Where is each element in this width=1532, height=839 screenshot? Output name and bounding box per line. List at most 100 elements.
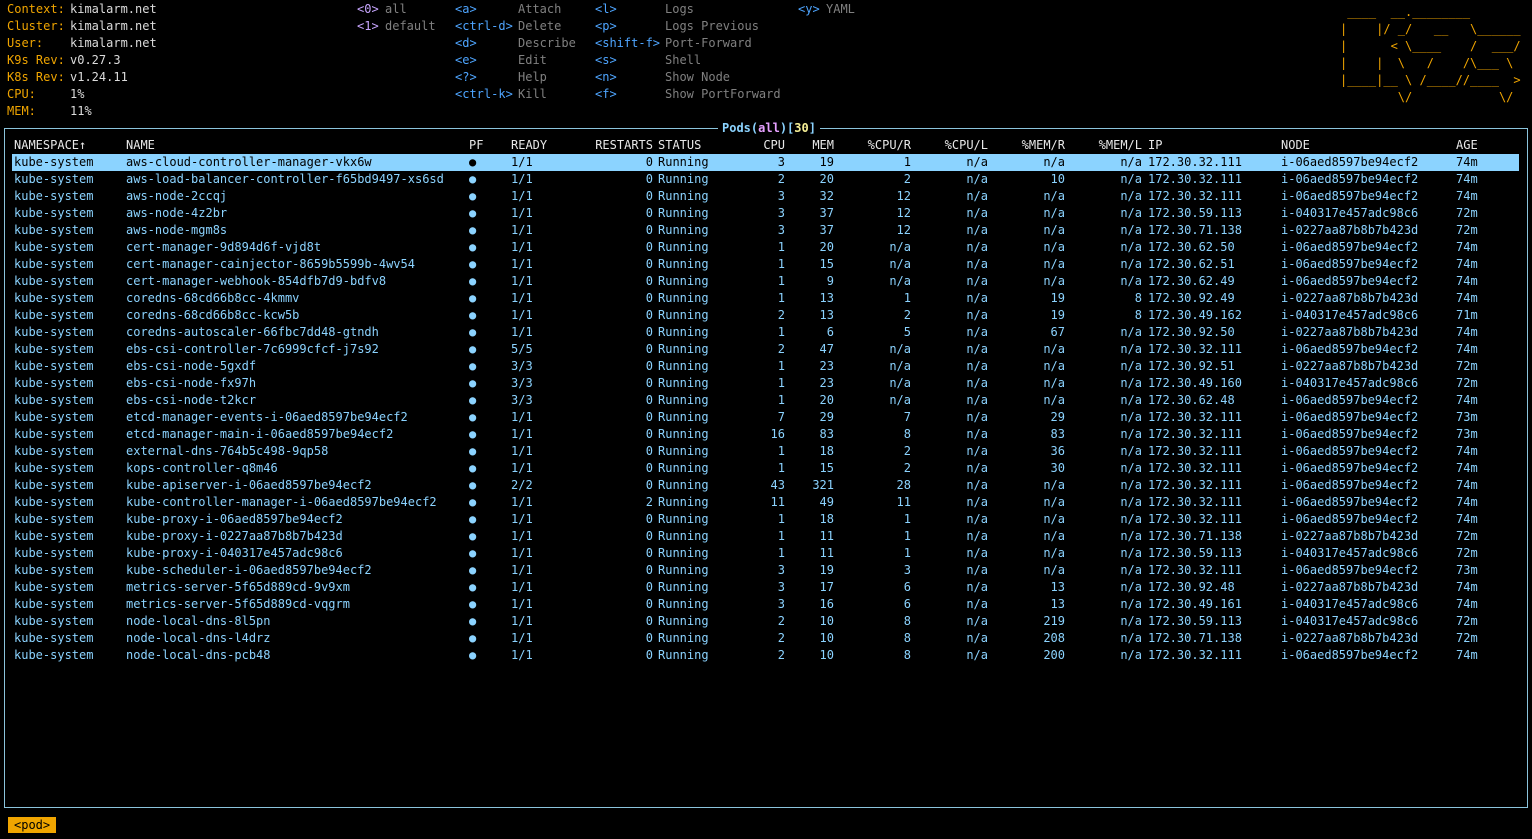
cell-restarts: 0 (645, 376, 653, 390)
cell-mem-limit-pct: n/a (1120, 512, 1142, 526)
breadcrumb-pod[interactable]: <pod> (8, 817, 57, 833)
table-row[interactable]: kube-system kops-controller-q8m46 ● 1/1 0 Run… (12, 460, 1519, 477)
column-header-status[interactable]: STATUS (658, 137, 701, 154)
table-row[interactable]: kube-system ebs-csi-controller-7c6999cfcf… (12, 341, 1519, 358)
cell-cpu-request-pct: 2 (903, 172, 911, 186)
cell-age: 72m (1456, 376, 1478, 390)
table-row[interactable]: kube-system etcd-manager-main-i-06aed8597… (12, 426, 1519, 443)
column-header-node[interactable]: NODE (1281, 137, 1310, 154)
cell-cpu-limit-pct: n/a (966, 359, 988, 373)
cell-mem: 19 (819, 563, 834, 577)
column-header-name[interactable]: NAME (126, 137, 155, 154)
table-row[interactable]: kube-system etcd-manager-events-i-06aed85… (12, 409, 1519, 426)
cell-mem-limit-pct: 8 (1134, 308, 1142, 322)
cell-mem: 29 (819, 410, 834, 424)
cell-mem-limit-pct: n/a (1120, 631, 1142, 645)
table-row[interactable]: kube-system kube-proxy-i-06aed8597be94ecf… (12, 511, 1519, 528)
cell-name: cert-manager-webhook-854dfb7d9-bdfv8 (126, 274, 387, 288)
column-header-age[interactable]: AGE (1456, 137, 1478, 154)
cell-name: coredns-68cd66b8cc-4kmmv (126, 291, 300, 305)
table-row[interactable]: kube-system aws-cloud-controller-manager-… (12, 154, 1519, 171)
table-row[interactable]: kube-system kube-apiserver-i-06aed8597be9… (12, 477, 1519, 494)
cell-node: i-06aed8597be94ecf2 (1281, 274, 1419, 288)
cell-namespace: kube-system (14, 580, 94, 594)
table-row[interactable]: kube-system metrics-server-5f65d889cd-vqg… (12, 596, 1519, 613)
cell-cpu-limit-pct: n/a (966, 614, 988, 628)
cell-cpu-limit-pct: n/a (966, 172, 988, 186)
cell-mem-request-pct: 219 (1043, 614, 1065, 628)
table-row[interactable]: kube-system node-local-dns-8l5pn ● 1/1 0 Runn… (12, 613, 1519, 630)
cell-cpu: 3 (777, 563, 785, 577)
cell-cpu-request-pct: 1 (903, 546, 911, 560)
cell-cpu-limit-pct: n/a (966, 155, 988, 169)
cell-name: coredns-autoscaler-66fbc7dd48-gtndh (126, 325, 379, 339)
cell-node: i-06aed8597be94ecf2 (1281, 172, 1419, 186)
table-row[interactable]: kube-system kube-controller-manager-i-06a… (12, 494, 1519, 511)
table-row[interactable]: kube-system cert-manager-9d894d6f-vjd8t ● 1… (12, 239, 1519, 256)
cell-restarts: 0 (645, 172, 653, 186)
table-row[interactable]: kube-system kube-proxy-i-040317e457adc98c… (12, 545, 1519, 562)
cell-ready: 1/1 (511, 444, 533, 458)
table-row[interactable]: kube-system node-local-dns-pcb48 ● 1/1 0 Runn… (12, 647, 1519, 664)
table-row[interactable]: kube-system metrics-server-5f65d889cd-9v9… (12, 579, 1519, 596)
cell-restarts: 0 (645, 512, 653, 526)
command-hint-key: <p> (595, 19, 617, 33)
table-row[interactable]: kube-system cert-manager-webhook-854dfb7d… (12, 273, 1519, 290)
cell-port-forward: ● (469, 580, 477, 594)
table-row[interactable]: kube-system external-dns-764b5c498-9qp58 ●… (12, 443, 1519, 460)
column-header-cpu-request-pct[interactable]: %CPU/R (850, 137, 911, 154)
cell-port-forward: ● (469, 342, 477, 356)
cell-mem-request-pct: 67 (1050, 325, 1065, 339)
cell-port-forward: ● (469, 512, 477, 526)
table-row[interactable]: kube-system aws-load-balancer-controller-… (12, 171, 1519, 188)
cell-mem: 10 (819, 648, 834, 662)
table-row[interactable]: kube-system ebs-csi-node-t2kcr ● 3/3 0 Runnin… (12, 392, 1519, 409)
cell-ip: 172.30.32.111 (1148, 563, 1242, 577)
cell-ip: 172.30.32.111 (1148, 410, 1242, 424)
command-hint-label: Port-Forward (665, 36, 752, 50)
cell-status: Running (658, 291, 709, 305)
table-row[interactable]: kube-system cert-manager-cainjector-8659b… (12, 256, 1519, 273)
table-row[interactable]: kube-system aws-node-4z2br ● 1/1 0 Running 3 37… (12, 205, 1519, 222)
table-row[interactable]: kube-system kube-proxy-i-0227aa87b8b7b423… (12, 528, 1519, 545)
column-header-cpu-limit-pct[interactable]: %CPU/L (930, 137, 988, 154)
cell-ready: 1/1 (511, 512, 533, 526)
cell-mem-request-pct: n/a (1043, 155, 1065, 169)
logo-line: |____|__ \ /____//____ > (1340, 73, 1528, 87)
cell-age: 72m (1456, 614, 1478, 628)
cell-name: coredns-68cd66b8cc-kcw5b (126, 308, 300, 322)
cell-status: Running (658, 563, 709, 577)
table-row[interactable]: kube-system ebs-csi-node-5gxdf ● 3/3 0 Runnin… (12, 358, 1519, 375)
command-hint-key: <ctrl-k> (455, 87, 513, 101)
column-header-mem[interactable]: MEM (790, 137, 834, 154)
column-header-port-forward[interactable]: PF (469, 137, 483, 154)
cell-cpu: 1 (777, 240, 785, 254)
table-row[interactable]: kube-system node-local-dns-l4drz ● 1/1 0 Runn… (12, 630, 1519, 647)
cell-restarts: 0 (645, 648, 653, 662)
table-row[interactable]: kube-system coredns-68cd66b8cc-4kmmv ● 1/1 0… (12, 290, 1519, 307)
logo-line: | |/ _/ __ \______ (1340, 22, 1528, 36)
cell-name: kube-proxy-i-06aed8597be94ecf2 (126, 512, 343, 526)
cell-cpu-request-pct: 7 (903, 410, 911, 424)
cell-port-forward: ● (469, 274, 477, 288)
column-header-restarts[interactable]: RESTARTS (595, 137, 653, 154)
table-row[interactable]: kube-system coredns-autoscaler-66fbc7dd48… (12, 324, 1519, 341)
cell-namespace: kube-system (14, 393, 94, 407)
column-header-cpu[interactable]: CPU (735, 137, 785, 154)
cell-age: 74m (1456, 648, 1478, 662)
command-hint-label: Shell (665, 53, 702, 67)
column-header-ready[interactable]: READY (511, 137, 547, 154)
column-header-mem-request-pct[interactable]: %MEM/R (1005, 137, 1065, 154)
table-row[interactable]: kube-system kube-scheduler-i-06aed8597be9… (12, 562, 1519, 579)
column-header-ip[interactable]: IP (1148, 137, 1162, 154)
cell-age: 74m (1456, 495, 1478, 509)
column-header-mem-limit-pct[interactable]: %MEM/L (1085, 137, 1142, 154)
column-header-namespace[interactable]: NAMESPACE↑ (14, 137, 86, 154)
cell-name: kube-scheduler-i-06aed8597be94ecf2 (126, 563, 372, 577)
table-row[interactable]: kube-system aws-node-2ccqj ● 1/1 0 Running 3 32… (12, 188, 1519, 205)
info-value: kimalarm.net (70, 19, 157, 33)
table-row[interactable]: kube-system ebs-csi-node-fx97h ● 3/3 0 Runnin… (12, 375, 1519, 392)
cell-age: 72m (1456, 631, 1478, 645)
table-row[interactable]: kube-system aws-node-mgm8s ● 1/1 0 Running 3 37… (12, 222, 1519, 239)
table-row[interactable]: kube-system coredns-68cd66b8cc-kcw5b ● 1/1 0… (12, 307, 1519, 324)
